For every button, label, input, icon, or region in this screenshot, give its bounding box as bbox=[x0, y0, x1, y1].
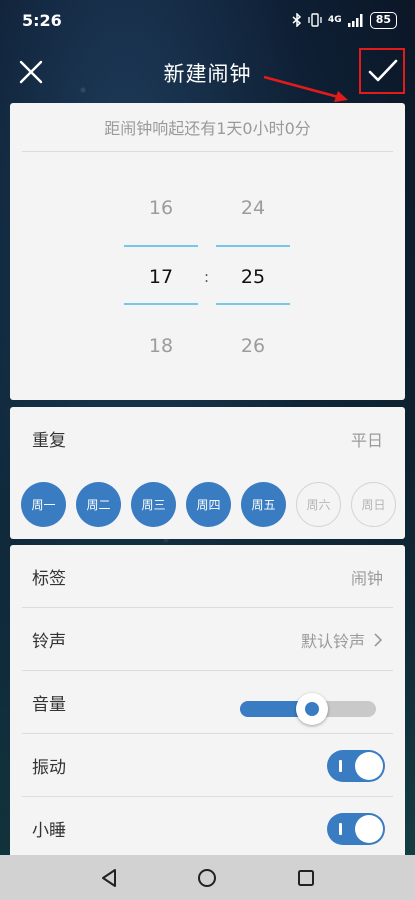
annotation-arrow-icon bbox=[263, 75, 348, 102]
recents-icon[interactable] bbox=[295, 867, 317, 889]
time-separator: : bbox=[204, 268, 210, 286]
repeat-card: 重复 平日 周一 周二 周三 周四 周五 周六 周日 bbox=[10, 407, 405, 539]
day-fri[interactable]: 周五 bbox=[241, 482, 286, 527]
minute-selected[interactable]: 25 bbox=[216, 266, 290, 288]
snooze-toggle[interactable] bbox=[327, 813, 385, 845]
day-wed[interactable]: 周三 bbox=[131, 482, 176, 527]
tag-row[interactable]: 标签 闹钟 bbox=[10, 545, 405, 608]
minute-prev[interactable]: 24 bbox=[216, 197, 290, 219]
ringtone-row[interactable]: 铃声 默认铃声 bbox=[10, 608, 405, 671]
hour-prev[interactable]: 16 bbox=[124, 197, 198, 219]
home-icon[interactable] bbox=[196, 867, 218, 889]
repeat-label: 重复 bbox=[32, 431, 66, 451]
divider bbox=[22, 151, 393, 152]
vibrate-label: 振动 bbox=[32, 758, 66, 778]
header: 新建闹钟 bbox=[0, 44, 415, 102]
vibrate-icon bbox=[308, 13, 322, 27]
toggle-knob bbox=[355, 752, 383, 780]
volume-label: 音量 bbox=[32, 695, 66, 715]
repeat-value: 平日 bbox=[350, 430, 383, 450]
tag-label: 标签 bbox=[32, 569, 66, 589]
day-mon[interactable]: 周一 bbox=[21, 482, 66, 527]
day-tue[interactable]: 周二 bbox=[76, 482, 121, 527]
toggle-on-mark bbox=[339, 760, 342, 772]
page-title: 新建闹钟 bbox=[163, 62, 252, 86]
minute-next[interactable]: 26 bbox=[216, 335, 290, 357]
time-picker-card: 距闹钟响起还有1天0小时0分 16 17 18 : 24 25 26 bbox=[10, 103, 405, 400]
confirm-button[interactable] bbox=[359, 48, 405, 94]
day-sun[interactable]: 周日 bbox=[351, 482, 396, 527]
repeat-row[interactable]: 重复 平日 bbox=[10, 407, 405, 470]
status-icons: 4G 85 bbox=[292, 11, 397, 29]
volume-slider[interactable] bbox=[240, 693, 376, 725]
close-button[interactable] bbox=[12, 53, 52, 93]
countdown-text: 距闹钟响起还有1天0小时0分 bbox=[104, 119, 311, 138]
status-time: 5:26 bbox=[22, 10, 62, 30]
day-sat[interactable]: 周六 bbox=[296, 482, 341, 527]
picker-line bbox=[124, 303, 198, 305]
check-icon bbox=[368, 59, 398, 82]
tag-value: 闹钟 bbox=[350, 568, 383, 588]
picker-line bbox=[216, 245, 290, 247]
snooze-label: 小睡 bbox=[32, 821, 66, 841]
picker-line bbox=[216, 303, 290, 305]
ringtone-value-group: 默认铃声 bbox=[301, 628, 383, 652]
toggle-knob bbox=[355, 815, 383, 843]
chevron-right-icon bbox=[374, 632, 383, 647]
ringtone-value: 默认铃声 bbox=[300, 631, 365, 651]
weekday-selector: 周一 周二 周三 周四 周五 周六 周日 bbox=[21, 482, 396, 527]
back-icon[interactable] bbox=[98, 867, 120, 889]
signal-icon bbox=[347, 13, 363, 27]
hour-selected[interactable]: 17 bbox=[124, 266, 198, 288]
network-type: 4G bbox=[328, 15, 342, 25]
status-bar: 5:26 4G 85 bbox=[0, 0, 415, 40]
toggle-on-mark bbox=[339, 823, 342, 835]
vibrate-toggle[interactable] bbox=[327, 750, 385, 782]
system-nav-bar bbox=[0, 855, 415, 900]
bluetooth-icon bbox=[292, 13, 302, 27]
close-icon bbox=[19, 60, 43, 84]
slider-thumb[interactable] bbox=[296, 693, 328, 725]
ringtone-label: 铃声 bbox=[32, 632, 66, 652]
day-thu[interactable]: 周四 bbox=[186, 482, 231, 527]
battery-indicator: 85 bbox=[369, 11, 397, 29]
picker-line bbox=[124, 245, 198, 247]
hour-next[interactable]: 18 bbox=[124, 335, 198, 357]
settings-card: 标签 闹钟 铃声 默认铃声 音量 振动 小睡 bbox=[10, 545, 405, 865]
